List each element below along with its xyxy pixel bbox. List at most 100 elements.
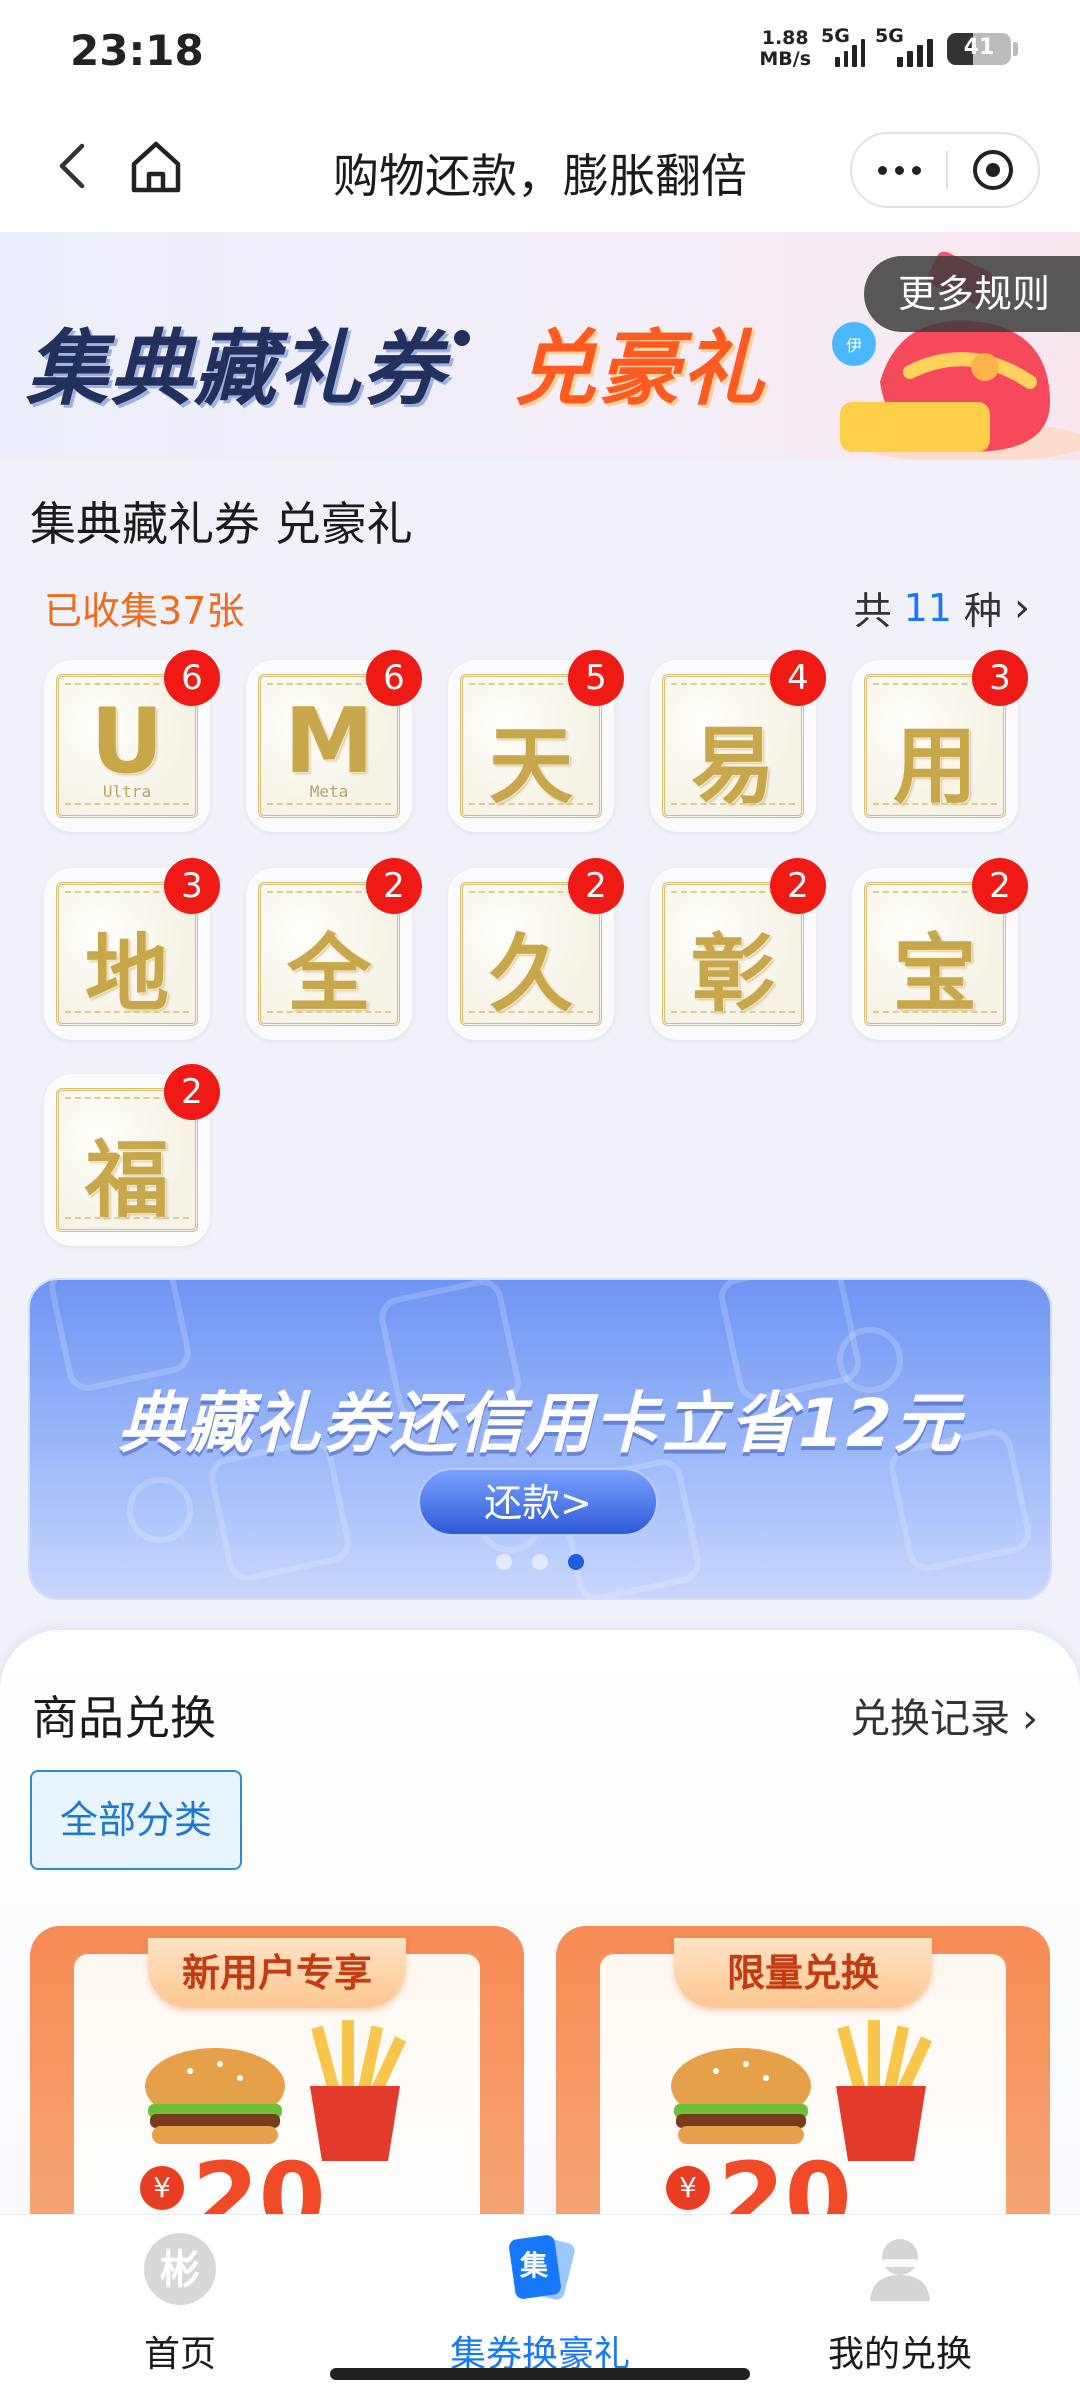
coupon-count-badge: 2 (366, 858, 422, 914)
total-prefix: 共 (853, 589, 892, 633)
home-indicator[interactable] (330, 2368, 750, 2380)
more-dots-icon (877, 165, 887, 175)
more-rules-button[interactable]: 更多规则 (863, 256, 1080, 332)
product-card[interactable]: 新用户专享 ¥ 20 (30, 1926, 524, 2226)
product-tag: 新用户专享 (148, 1938, 406, 2008)
coupon-glyph: 福 (84, 1130, 169, 1229)
coupon-count-badge: 2 (164, 1064, 220, 1120)
coupon-glyph: 用 (892, 716, 977, 815)
coupon-count-badge: 3 (972, 650, 1028, 706)
tab-my-exchange[interactable]: 我的兑换 (770, 2229, 1030, 2377)
coupon-glyph: U (90, 689, 164, 794)
collected-count: 已收集37张 (44, 589, 245, 633)
network-speed-unit: MB/s (759, 48, 811, 70)
coupon-glyph: 天 (488, 716, 573, 815)
coupon-card[interactable]: 用 3 (852, 650, 1028, 832)
battery-icon: 41 (947, 33, 1011, 65)
product-tag: 限量兑换 (674, 1938, 932, 2008)
coupon-icon-char: 集 (519, 2249, 548, 2282)
hero-title-collect: 集典藏礼券 (26, 322, 446, 417)
tab-label: 我的兑换 (827, 2334, 972, 2375)
coupon-icon: 集 (509, 2235, 575, 2300)
hero-title-redeem: 兑豪礼 (514, 322, 766, 417)
collection-title: 集典藏礼券 兑豪礼 (30, 497, 413, 551)
carousel-indicators (30, 1554, 1050, 1570)
promo-headline: 典藏礼券还信用卡立省12元 (118, 1385, 962, 1462)
coupon-glyph: 宝 (892, 924, 977, 1023)
coupon-count-badge: 2 (568, 858, 624, 914)
coupon-glyph: 全 (286, 924, 371, 1023)
battery-tip (1013, 42, 1018, 56)
svg-text:伊: 伊 (846, 336, 862, 355)
coupon-count-badge: 6 (164, 650, 220, 706)
page-title: 购物还款，膨胀翻倍 (333, 149, 747, 203)
total-count: 11 (903, 585, 952, 630)
home-logo-icon: 彬 (144, 2233, 216, 2305)
coupon-card[interactable]: 宝 2 (852, 858, 1028, 1040)
status-bar: 23:18 1.88 MB/s 5G 5G 41 (0, 0, 1080, 100)
status-icons: 1.88 MB/s 5G 5G 41 (759, 24, 1018, 74)
coupon-count-badge: 4 (770, 650, 826, 706)
coupon-count-badge: 6 (366, 650, 422, 706)
exchange-record-link[interactable]: 兑换记录 › (850, 1686, 1038, 1744)
tab-coupon-exchange[interactable]: 集 集券换豪礼 (410, 2229, 670, 2377)
promo-banner[interactable]: 典藏礼券还信用卡立省12元 还款> (28, 1278, 1052, 1600)
product-card[interactable]: 限量兑换 ¥ 20 (556, 1926, 1050, 2226)
sim1-label: 5G (821, 25, 850, 47)
coupon-card[interactable]: 地 3 (44, 858, 220, 1040)
chevron-right-icon: › (1014, 584, 1030, 631)
coupon-glyph: 彰 (690, 924, 775, 1023)
yen-icon: ¥ (666, 2166, 710, 2210)
coupon-count-badge: 2 (972, 858, 1028, 914)
nav-bar: 购物还款，膨胀翻倍 (0, 100, 1080, 232)
total-suffix: 种 (963, 589, 1002, 633)
coupon-card[interactable]: 天 5 (448, 650, 624, 832)
carousel-dot[interactable] (496, 1554, 512, 1570)
coupon-card[interactable]: U Ultra 6 (44, 650, 220, 832)
category-filter-all[interactable]: 全部分类 (30, 1770, 242, 1870)
coupon-glyph: 易 (690, 716, 775, 815)
coupon-subtitle: Meta (309, 782, 349, 801)
coupon-card[interactable]: 彰 2 (650, 858, 826, 1040)
home-button[interactable] (124, 134, 188, 198)
back-button[interactable] (44, 136, 104, 196)
exchange-record-label: 兑换记录 (850, 1696, 1010, 1742)
coupon-glyph: 地 (84, 924, 169, 1023)
coupon-count-badge: 5 (568, 650, 624, 706)
section-title: 商品兑换 (32, 1691, 216, 1745)
hero-separator-dot (454, 330, 470, 346)
sim2-label: 5G (875, 25, 904, 47)
coupon-glyph: 久 (488, 924, 573, 1023)
home-logo-char: 彬 (160, 2247, 200, 2293)
coupon-card[interactable]: 福 2 (44, 1064, 220, 1246)
network-speed: 1.88 MB/s (759, 28, 811, 70)
carousel-dot[interactable] (532, 1554, 548, 1570)
tab-home[interactable]: 彬 首页 (50, 2229, 310, 2377)
house-icon (131, 141, 181, 193)
repay-button[interactable]: 还款> (418, 1468, 658, 1536)
coupon-card[interactable]: 久 2 (448, 858, 624, 1040)
carousel-dot-active[interactable] (568, 1554, 584, 1570)
status-time: 23:18 (70, 26, 204, 75)
chevron-right-icon: › (1022, 1696, 1038, 1742)
target-icon (973, 150, 1013, 190)
tab-label: 首页 (143, 2334, 216, 2375)
coupon-card[interactable]: 全 2 (246, 858, 422, 1040)
mini-program-capsule (850, 132, 1040, 208)
close-mini-program-button[interactable] (948, 134, 1038, 206)
collection-total-link[interactable]: 共 11 种 › (854, 580, 1030, 635)
coupon-card[interactable]: 易 4 (650, 650, 826, 832)
coupon-glyph: M (284, 689, 374, 794)
signal-icon: 5G (821, 25, 865, 67)
coupon-subtitle: Ultra (102, 782, 152, 801)
user-icon (870, 2239, 930, 2301)
chevron-left-icon (59, 143, 85, 189)
battery-level: 41 (963, 35, 995, 60)
coupon-count-badge: 3 (164, 858, 220, 914)
yen-icon: ¥ (140, 2166, 184, 2210)
network-speed-value: 1.88 (761, 27, 809, 49)
signal-icon-2: 5G (875, 25, 937, 67)
coupon-count-badge: 2 (770, 858, 826, 914)
coupon-card[interactable]: M Meta 6 (246, 650, 422, 832)
more-button[interactable] (852, 134, 946, 206)
